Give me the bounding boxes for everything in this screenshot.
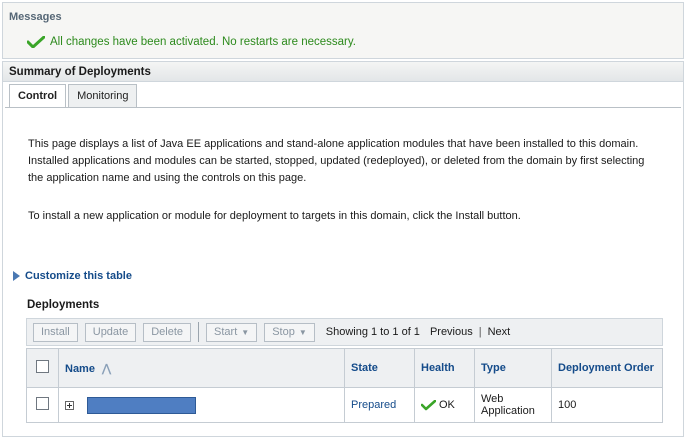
state-link[interactable]: Prepared bbox=[351, 399, 396, 411]
tab-divider bbox=[5, 107, 681, 108]
name-header-label: Name bbox=[65, 362, 95, 375]
delete-button[interactable]: Delete bbox=[143, 322, 192, 342]
messages-panel: Messages All changes have been activated… bbox=[2, 2, 684, 59]
deployments-title: Deployments bbox=[27, 299, 100, 311]
success-message: All changes have been activated. No rest… bbox=[27, 36, 356, 48]
table-header-row: Name ⋀ State Health Type Deployment Orde… bbox=[26, 348, 663, 388]
pagination-status: Showing 1 to 1 of 1 bbox=[325, 326, 420, 338]
chevron-down-icon: ▼ bbox=[241, 327, 250, 337]
expand-triangle-icon bbox=[13, 271, 20, 281]
summary-title: Summary of Deployments bbox=[3, 62, 683, 82]
customize-table-label: Customize this table bbox=[25, 270, 132, 282]
stop-dropdown-button[interactable]: Stop ▼ bbox=[264, 322, 315, 342]
deployment-order-cell: 100 bbox=[551, 387, 663, 423]
column-header-state[interactable]: State bbox=[344, 348, 415, 388]
redacted-application-name[interactable] bbox=[87, 396, 197, 414]
tab-monitoring[interactable]: Monitoring bbox=[68, 84, 138, 107]
messages-title: Messages bbox=[9, 11, 62, 23]
select-all-header bbox=[26, 348, 59, 388]
success-message-text: All changes have been activated. No rest… bbox=[50, 36, 356, 48]
deployments-toolbar: Install Update Delete Start ▼ Stop ▼ Sho… bbox=[26, 318, 663, 346]
next-page-link[interactable]: Next bbox=[488, 326, 511, 338]
column-header-name[interactable]: Name ⋀ bbox=[58, 348, 345, 388]
expand-plus-icon[interactable] bbox=[65, 400, 74, 410]
state-cell: Prepared bbox=[344, 387, 415, 423]
health-label: OK bbox=[439, 399, 455, 411]
column-header-health[interactable]: Health bbox=[414, 348, 475, 388]
type-cell: Web Application bbox=[474, 387, 552, 423]
table-row: Prepared OK Web Application 100 bbox=[26, 387, 663, 423]
update-button[interactable]: Update bbox=[84, 322, 137, 342]
install-button[interactable]: Install bbox=[33, 322, 78, 342]
toolbar-separator bbox=[198, 322, 200, 342]
name-cell bbox=[58, 387, 345, 423]
chevron-down-icon: ▼ bbox=[298, 327, 307, 337]
checkmark-icon bbox=[27, 36, 45, 48]
column-header-deployment-order[interactable]: Deployment Order bbox=[551, 348, 663, 388]
summary-panel: Summary of Deployments Control Monitorin… bbox=[2, 61, 684, 437]
row-checkbox[interactable] bbox=[36, 397, 49, 410]
start-dropdown-button[interactable]: Start ▼ bbox=[206, 322, 258, 342]
health-status: OK bbox=[421, 399, 468, 411]
customize-table-link[interactable]: Customize this table bbox=[13, 270, 132, 282]
sort-icon: ⋀ bbox=[102, 362, 112, 375]
tab-control[interactable]: Control bbox=[9, 84, 67, 108]
checkmark-icon bbox=[421, 399, 436, 410]
previous-page-link[interactable]: Previous bbox=[430, 326, 473, 338]
start-label: Start bbox=[214, 326, 238, 338]
description-paragraph: This page displays a list of Java EE app… bbox=[28, 138, 645, 184]
deployments-table: Name ⋀ State Health Type Deployment Orde… bbox=[26, 348, 663, 423]
install-instructions: To install a new application or module f… bbox=[28, 210, 521, 222]
health-cell: OK bbox=[414, 387, 475, 423]
pager-divider: | bbox=[478, 326, 482, 338]
column-header-type[interactable]: Type bbox=[474, 348, 552, 388]
row-select-cell bbox=[26, 387, 59, 423]
stop-label: Stop bbox=[272, 326, 295, 338]
tab-bar: Control Monitoring bbox=[9, 84, 139, 108]
select-all-checkbox[interactable] bbox=[36, 360, 49, 373]
